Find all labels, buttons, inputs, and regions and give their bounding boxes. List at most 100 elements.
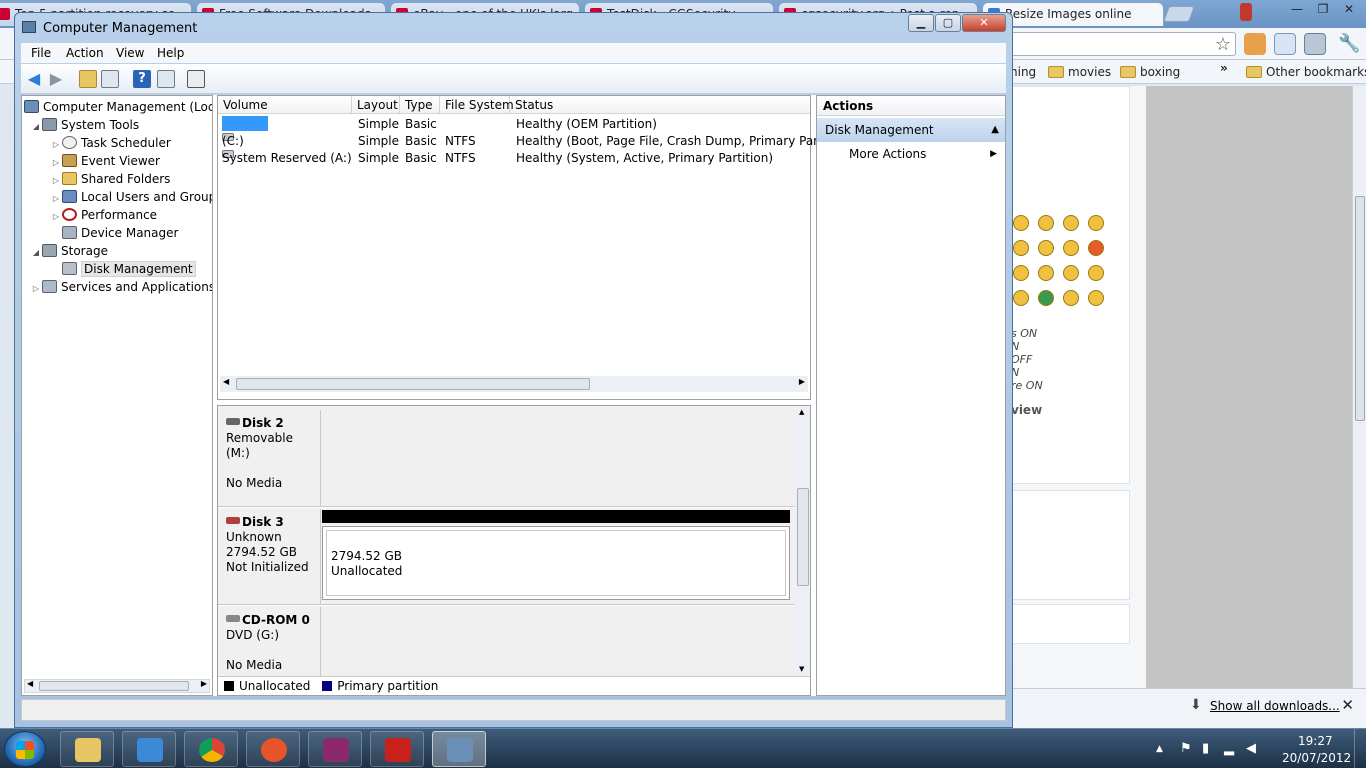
title-bar[interactable]: Computer Management ▁ ▢ ✕	[15, 13, 1012, 39]
tree-item-device-manager[interactable]: Device Manager	[62, 224, 178, 242]
smiley-icon[interactable]	[1013, 215, 1029, 231]
table-row[interactable]: System Reserved (A:) Simple Basic NTFS H…	[218, 150, 810, 167]
expand-arrow-icon[interactable]: ▷	[50, 208, 62, 226]
tree-horizontal-scrollbar[interactable]: ◀ ▶	[24, 679, 210, 693]
bookmark-other[interactable]: Other bookmarks	[1246, 63, 1366, 81]
taskbar-media-player[interactable]	[122, 731, 176, 767]
star-icon[interactable]: ☆	[1215, 34, 1231, 55]
more-actions-item[interactable]: More Actions ▶	[817, 144, 1005, 164]
maximize-button[interactable]: ▢	[935, 14, 961, 32]
extension-shield-icon[interactable]	[1240, 3, 1252, 21]
browser-restore-button[interactable]: ❐	[1310, 0, 1336, 20]
clock-date[interactable]: 20/07/2012	[1282, 751, 1351, 765]
browser-minimize-button[interactable]: —	[1284, 0, 1310, 20]
table-row[interactable]: Simple Basic Healthy (OEM Partition)	[218, 116, 810, 133]
smiley-icon[interactable]	[1013, 290, 1029, 306]
angry-smiley-icon[interactable]	[1088, 240, 1104, 256]
taskbar-chrome[interactable]	[184, 731, 238, 767]
green-smiley-icon[interactable]	[1038, 290, 1054, 306]
properties-icon[interactable]	[187, 70, 205, 88]
minimize-button[interactable]: ▁	[908, 14, 934, 32]
flag-icon[interactable]: ⚑	[1180, 741, 1192, 756]
start-button[interactable]	[4, 731, 46, 767]
back-arrow-icon[interactable]: ◀	[25, 70, 43, 88]
tree-item-computer-management[interactable]: Computer Management (Local	[24, 98, 212, 116]
address-bar[interactable]: ☆	[1010, 32, 1236, 56]
bookmark-movies[interactable]: movies	[1048, 63, 1111, 81]
bookmark-partial[interactable]: ning	[1010, 63, 1036, 81]
smiley-icon[interactable]	[1063, 290, 1079, 306]
new-tab-button[interactable]	[1163, 6, 1195, 22]
tree-item-system-tools[interactable]: ◢ System Tools	[30, 116, 139, 134]
smiley-icon[interactable]	[1013, 265, 1029, 281]
scroll-down-icon[interactable]: ▼	[799, 665, 804, 673]
tree-item-event-viewer[interactable]: ▷ Event Viewer	[50, 152, 160, 170]
up-folder-icon[interactable]	[79, 70, 97, 88]
smiley-icon[interactable]	[1088, 290, 1104, 306]
show-hide-tree-icon[interactable]	[101, 70, 119, 88]
smiley-icon[interactable]	[1063, 240, 1079, 256]
scrollbar-thumb[interactable]	[236, 378, 590, 390]
taskbar-winrar[interactable]	[308, 731, 362, 767]
scroll-right-icon[interactable]: ▶	[201, 679, 207, 688]
network-icon[interactable]: ▂	[1224, 741, 1234, 756]
collapse-up-icon[interactable]: ▲	[991, 118, 999, 142]
show-hidden-icons-icon[interactable]: ▲	[1156, 744, 1163, 754]
bookmark-boxing[interactable]: boxing	[1120, 63, 1180, 81]
tree-item-disk-management[interactable]: Disk Management	[62, 260, 196, 278]
exclamation-icon[interactable]	[1063, 265, 1079, 281]
smiley-icon[interactable]	[1063, 215, 1079, 231]
scroll-left-icon[interactable]: ◀	[27, 679, 33, 688]
smiley-icon[interactable]	[1038, 240, 1054, 256]
smiley-icon[interactable]	[1013, 240, 1029, 256]
close-button[interactable]: ✕	[962, 14, 1006, 32]
table-row[interactable]: (C:) Simple Basic NTFS Healthy (Boot, Pa…	[218, 133, 854, 150]
show-desktop-button[interactable]	[1354, 729, 1366, 768]
disk-vertical-scrollbar[interactable]: ▲ ▼	[795, 406, 810, 675]
collapse-arrow-icon[interactable]: ◢	[30, 244, 42, 262]
column-header-type[interactable]: Type	[400, 96, 440, 114]
tree-item-storage[interactable]: ◢ Storage	[30, 242, 108, 260]
taskbar-downloader[interactable]	[370, 731, 424, 767]
taskbar-app[interactable]	[246, 731, 300, 767]
column-header-volume[interactable]: Volume	[218, 96, 352, 114]
help-icon[interactable]: ?	[133, 70, 151, 88]
scrollbar-thumb[interactable]	[39, 681, 189, 691]
show-all-downloads-link[interactable]: Show all downloads...	[1210, 699, 1340, 713]
tree-item-performance[interactable]: ▷ Performance	[50, 206, 157, 224]
scroll-right-icon[interactable]: ▶	[799, 377, 805, 386]
clock-time[interactable]: 19:27	[1298, 734, 1333, 748]
smiley-icon[interactable]	[1038, 215, 1054, 231]
menu-action[interactable]: Action	[66, 46, 104, 60]
tree-item-local-users-groups[interactable]: ▷ Local Users and Groups	[50, 188, 212, 206]
expand-arrow-icon[interactable]: ▷	[30, 280, 42, 298]
scroll-left-icon[interactable]: ◀	[223, 377, 229, 386]
volume-icon[interactable]: ◀	[1246, 741, 1256, 756]
browser-close-button[interactable]: ✕	[1336, 0, 1362, 20]
browser-vertical-scrollbar[interactable]	[1352, 86, 1366, 688]
disk-info[interactable]: Disk 3 Unknown 2794.52 GB Not Initialize…	[218, 509, 321, 606]
scrollbar-thumb[interactable]	[1355, 196, 1365, 421]
column-header-file-system[interactable]: File System	[440, 96, 514, 114]
list-horizontal-scrollbar[interactable]: ◀ ▶	[220, 376, 808, 392]
actions-section-disk-management[interactable]: Disk Management ▲	[817, 118, 1005, 142]
menu-help[interactable]: Help	[157, 46, 184, 60]
question-icon[interactable]	[1088, 265, 1104, 281]
wrench-icon[interactable]: 🔧	[1338, 33, 1360, 55]
tree-item-services-applications[interactable]: ▷ Services and Applications	[30, 278, 212, 298]
extension-refresh-icon[interactable]	[1274, 33, 1296, 55]
column-header-layout[interactable]: Layout	[352, 96, 400, 114]
tree-item-shared-folders[interactable]: ▷ Shared Folders	[50, 170, 170, 188]
collapse-arrow-icon[interactable]: ◢	[30, 118, 42, 136]
menu-view[interactable]: View	[116, 46, 144, 60]
disk-row[interactable]: Disk 2 Removable (M:) No Media	[218, 410, 796, 507]
column-header-status[interactable]: Status	[510, 96, 810, 114]
extension-hand-icon[interactable]	[1244, 33, 1266, 55]
extension-gear-icon[interactable]	[1304, 33, 1326, 55]
disk-info[interactable]: Disk 2 Removable (M:) No Media	[218, 410, 321, 507]
scrollbar-thumb[interactable]	[797, 488, 809, 586]
show-hide-action-pane-icon[interactable]	[157, 70, 175, 88]
forward-arrow-icon[interactable]: ▶	[47, 70, 65, 88]
unallocated-partition[interactable]: 2794.52 GB Unallocated	[322, 526, 790, 600]
taskbar-explorer[interactable]	[60, 731, 114, 767]
